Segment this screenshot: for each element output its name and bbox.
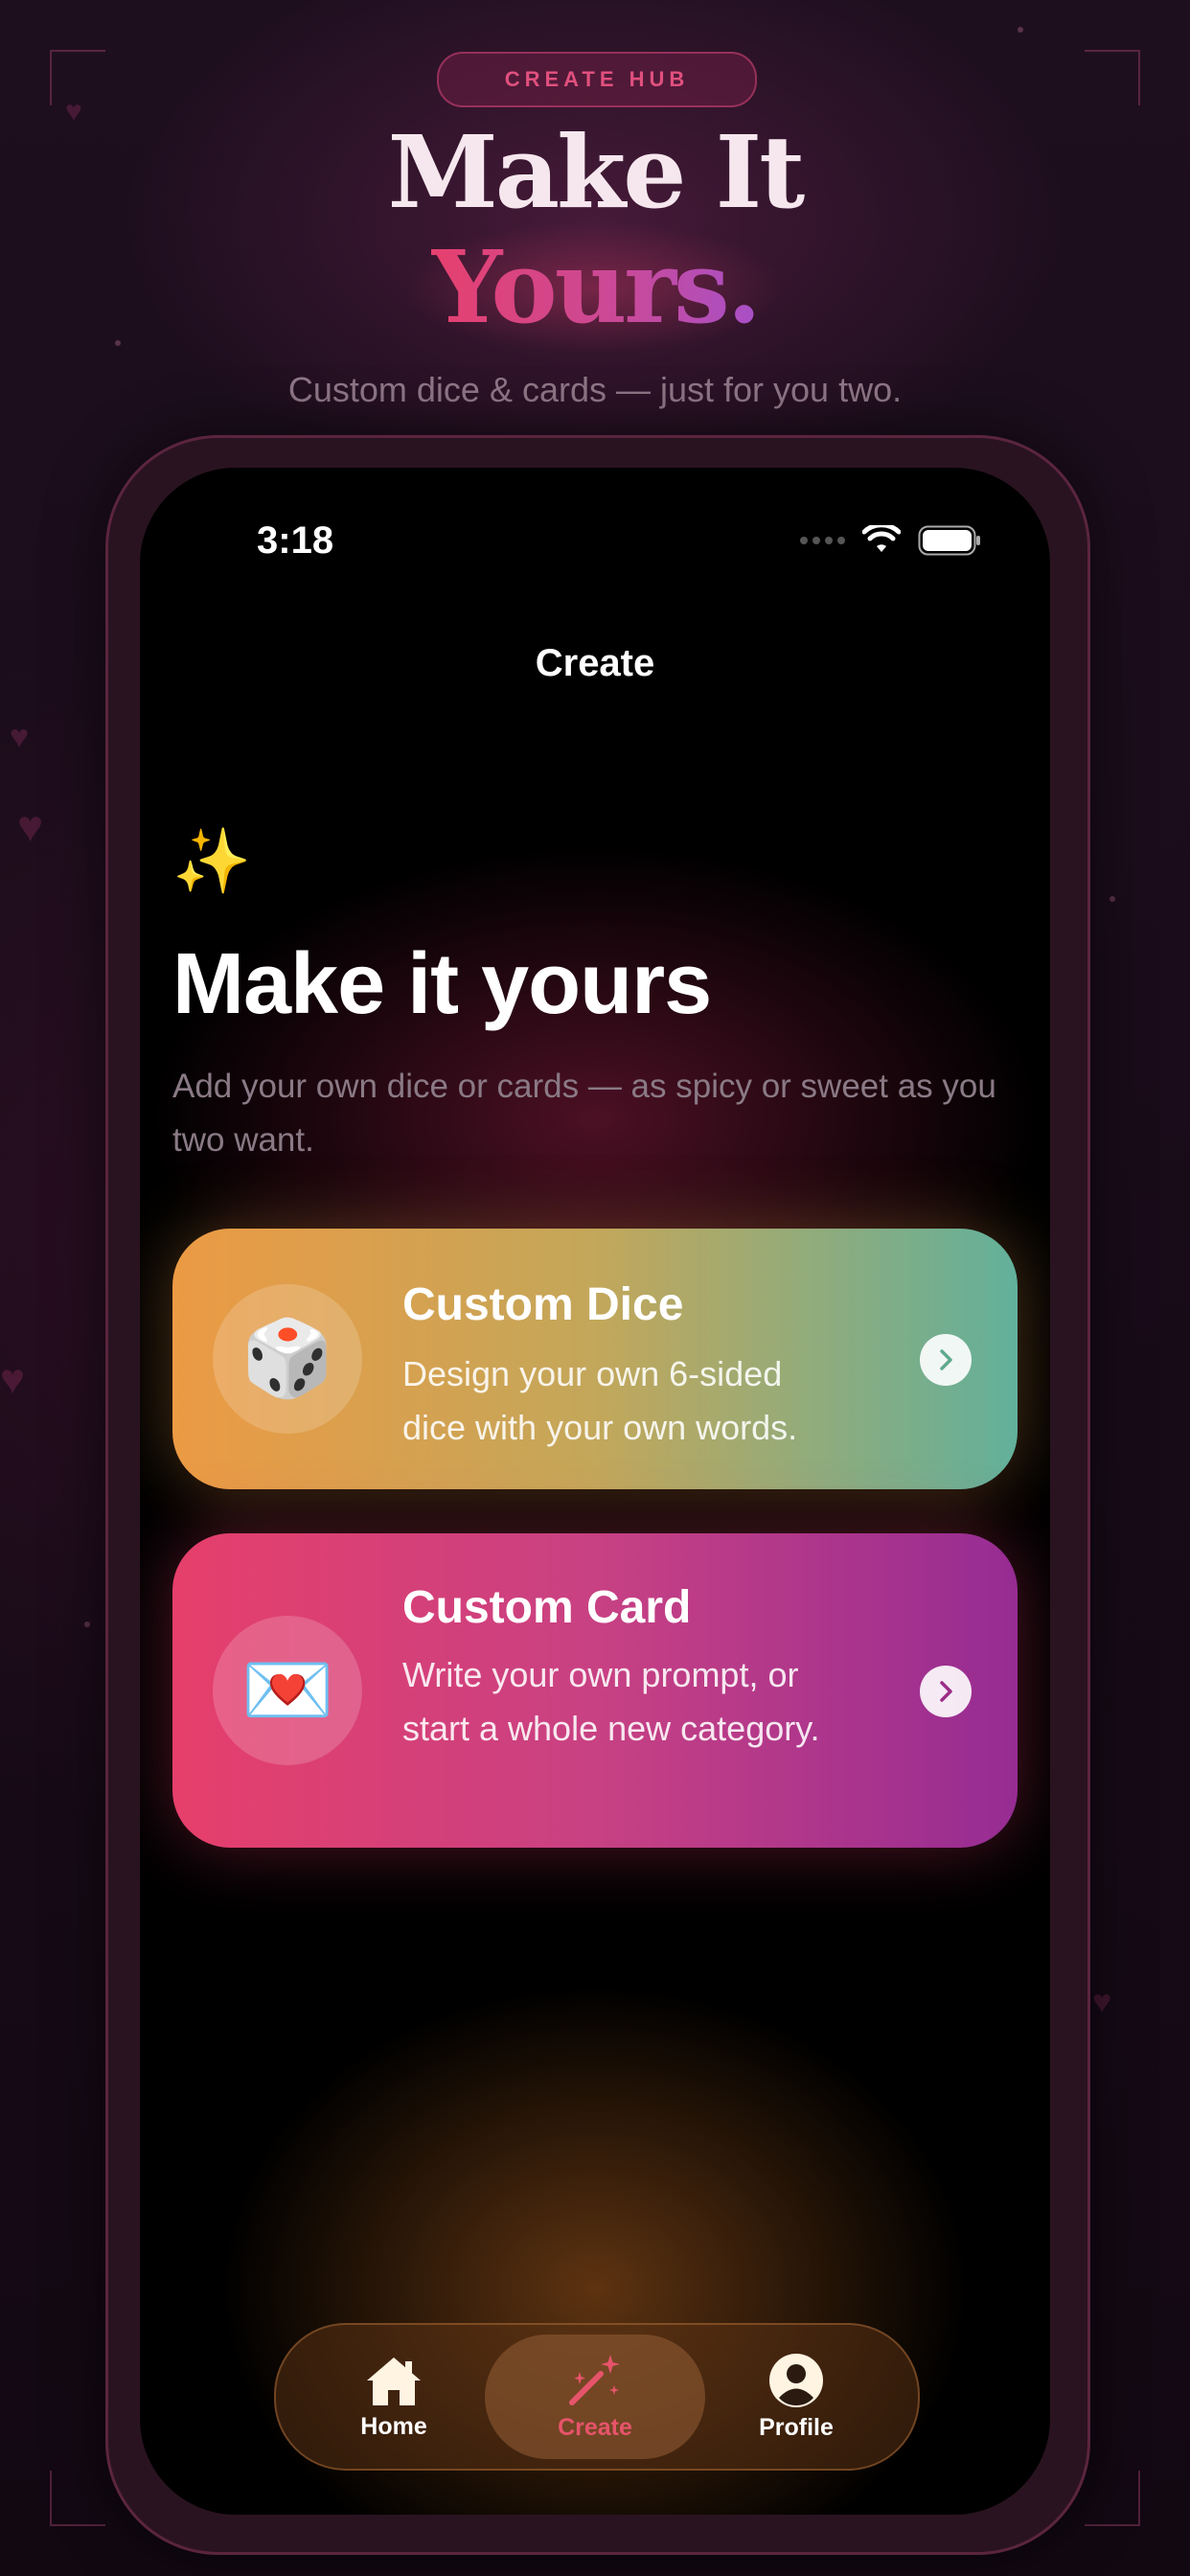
chevron-right-icon <box>920 1666 972 1717</box>
heart-icon: ♥ <box>17 801 44 851</box>
decor-dot <box>1110 896 1115 902</box>
nav-title: Create <box>535 642 655 684</box>
promo-title-line2-text: Yours. <box>431 228 762 346</box>
sparkles-icon: ✨ <box>172 825 252 896</box>
tab-profile-label: Profile <box>759 2413 834 2441</box>
phone-screen: 3:18 Create ✨ Make it yours Add your own… <box>140 468 1050 2515</box>
tab-home-label: Home <box>360 2412 427 2440</box>
tab-create[interactable]: Create <box>485 2334 705 2459</box>
custom-dice-description: Design your own 6-sided dice with your o… <box>402 1354 798 1447</box>
screen-title: Make it yours <box>172 936 712 1032</box>
corner-bracket-bottom-right <box>1085 2471 1140 2526</box>
battery-icon <box>918 525 980 556</box>
custom-dice-card[interactable]: 🎲 Custom Dice Design your own 6-sided di… <box>172 1229 1018 1489</box>
decor-dot <box>1018 27 1023 33</box>
promo-title-line2: Yours. <box>0 238 1190 337</box>
tab-bar: Home Create Profile <box>274 2323 920 2471</box>
status-time: 3:18 <box>257 519 334 562</box>
custom-card-description: Write your own prompt, or start a whole … <box>402 1655 820 1748</box>
magic-wand-icon <box>569 2354 620 2405</box>
custom-card-card[interactable]: 💌 Custom Card Write your own prompt, or … <box>172 1533 1018 1848</box>
corner-bracket-top-right <box>1085 50 1140 105</box>
tab-profile[interactable]: Profile <box>686 2334 906 2459</box>
dice-icon: 🎲 <box>213 1284 362 1434</box>
cellular-dots-icon <box>800 537 845 544</box>
decor-dot <box>84 1622 90 1627</box>
tab-create-label: Create <box>558 2413 632 2441</box>
corner-bracket-bottom-left <box>50 2471 105 2526</box>
create-hub-badge: CREATE HUB <box>437 52 757 107</box>
heart-icon: ♥ <box>10 719 30 755</box>
tab-home[interactable]: Home <box>284 2334 504 2459</box>
screen-subtitle: Add your own dice or cards — as spicy or… <box>172 1068 996 1159</box>
love-letter-icon: 💌 <box>213 1616 362 1765</box>
person-circle-icon <box>769 2353 823 2407</box>
promo-subtitle: Custom dice & cards — just for you two. <box>287 370 903 409</box>
promo-title-line1: Make It <box>387 113 806 231</box>
home-icon <box>367 2357 421 2405</box>
heart-icon: ♥ <box>0 1356 26 1403</box>
heart-icon: ♥ <box>1092 1984 1112 2020</box>
custom-card-title: Custom Card <box>402 1582 692 1633</box>
chevron-right-icon <box>920 1334 972 1386</box>
status-icons <box>800 525 981 556</box>
wifi-icon <box>862 525 901 552</box>
custom-dice-title: Custom Dice <box>402 1279 684 1330</box>
decor-dot <box>115 340 121 346</box>
